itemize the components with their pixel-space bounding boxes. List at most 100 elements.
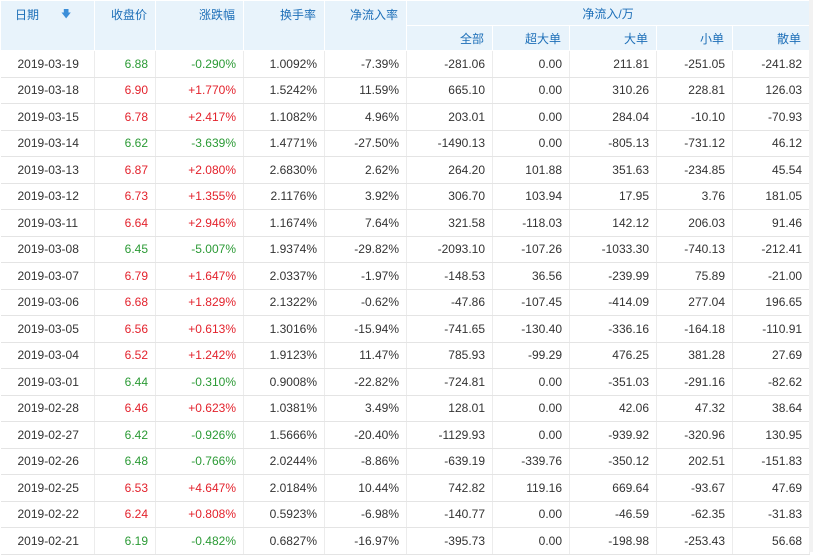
header-small[interactable]: 散单 bbox=[731, 25, 811, 51]
cell-close: 6.56 bbox=[94, 315, 156, 343]
cell-medium: -320.96 bbox=[656, 421, 733, 449]
cell-net-inflow-rate: -16.97% bbox=[324, 527, 407, 555]
cell-large: -939.92 bbox=[569, 421, 657, 449]
cell-large: -198.98 bbox=[569, 527, 657, 555]
table-row[interactable]: 2019-03-04 6.52 +1.242% 1.9123% 11.47% 785.93… bbox=[0, 342, 811, 369]
cell-extra-large: 0.00 bbox=[492, 395, 570, 422]
cell-close: 6.52 bbox=[94, 342, 156, 369]
table-row[interactable]: 2019-03-06 6.68 +1.829% 2.1322% -0.62% -47.86… bbox=[0, 289, 811, 316]
cell-change: +2.080% bbox=[155, 156, 244, 184]
cell-medium: 202.51 bbox=[656, 448, 733, 475]
table-row[interactable]: 2019-03-19 6.88 -0.290% 1.0092% -7.39% -281.0… bbox=[0, 50, 811, 78]
table-row[interactable]: 2019-03-15 6.78 +2.417% 1.1082% 4.96% 203.01 0… bbox=[0, 103, 811, 131]
cell-net-inflow-rate: 11.59% bbox=[324, 77, 407, 104]
cell-close: 6.62 bbox=[94, 130, 156, 157]
header-change-pct[interactable]: 涨跌幅 bbox=[155, 0, 244, 51]
cell-small: 47.69 bbox=[732, 474, 811, 502]
cell-extra-large: 0.00 bbox=[492, 77, 570, 104]
header-medium[interactable]: 小单 bbox=[656, 25, 733, 51]
table-row[interactable]: 2019-03-01 6.44 -0.310% 0.9008% -22.82% -724.… bbox=[0, 368, 811, 396]
cell-close: 6.46 bbox=[94, 395, 156, 422]
table-row[interactable]: 2019-02-26 6.48 -0.766% 2.0244% -8.86% -639.1… bbox=[0, 448, 811, 475]
table-row[interactable]: 2019-03-11 6.64 +2.946% 1.1674% 7.64% 321.58-… bbox=[0, 209, 811, 237]
cell-net-inflow-rate: -7.39% bbox=[324, 50, 407, 78]
cell-all: 742.82 bbox=[406, 474, 493, 502]
table-row[interactable]: 2019-03-07 6.79 +1.647% 2.0337% -1.97% -148.5… bbox=[0, 262, 811, 290]
cell-change: -0.290% bbox=[155, 50, 244, 78]
header-net-inflow-group: 净流入/万 bbox=[405, 0, 811, 26]
cell-turnover: 1.5666% bbox=[243, 421, 325, 449]
cell-date: 2019-03-19 bbox=[0, 50, 95, 78]
table-row[interactable]: 2019-03-05 6.56 +0.613% 1.3016% -15.94% -741.… bbox=[0, 315, 811, 343]
cell-large: 310.26 bbox=[569, 77, 657, 104]
fund-flow-table: 日期 🡇 收盘价 涨跌幅 换手率 净流入率 净流入/万 全部 超大单 大单 小单 … bbox=[0, 0, 811, 555]
table-row[interactable]: 2019-03-14 6.62 -3.639% 1.4771% -27.50% -1490… bbox=[0, 130, 811, 157]
cell-date: 2019-03-06 bbox=[0, 289, 95, 316]
cell-close: 6.78 bbox=[94, 103, 156, 131]
cell-medium: -10.10 bbox=[656, 103, 733, 131]
cell-small: 91.46 bbox=[732, 209, 811, 237]
cell-large: 17.95 bbox=[569, 183, 657, 210]
table-row[interactable]: 2019-03-13 6.87 +2.080% 2.6830% 2.62% 264.20 1… bbox=[0, 156, 811, 184]
cell-medium: 3.76 bbox=[656, 183, 733, 210]
cell-large: -805.13 bbox=[569, 130, 657, 157]
cell-medium: -253.43 bbox=[656, 527, 733, 555]
cell-date: 2019-02-21 bbox=[0, 527, 95, 555]
cell-medium: 75.89 bbox=[656, 262, 733, 290]
table-row[interactable]: 2019-02-21 6.19 -0.482% 0.6827% -16.97% -395.… bbox=[0, 527, 811, 555]
cell-large: 476.25 bbox=[569, 342, 657, 369]
cell-change: +1.829% bbox=[155, 289, 244, 316]
cell-large: -351.03 bbox=[569, 368, 657, 396]
cell-close: 6.53 bbox=[94, 474, 156, 502]
table-row[interactable]: 2019-02-28 6.46 +0.623% 1.0381% 3.49% 128.01 0… bbox=[0, 395, 811, 422]
table-row[interactable]: 2019-03-18 6.90 +1.770% 1.5242% 11.59% 665.10… bbox=[0, 77, 811, 104]
cell-date: 2019-02-25 bbox=[0, 474, 95, 502]
cell-extra-large: 119.16 bbox=[492, 474, 570, 502]
cell-extra-large: 101.88 bbox=[492, 156, 570, 184]
cell-small: -151.83 bbox=[732, 448, 811, 475]
cell-turnover: 1.5242% bbox=[243, 77, 325, 104]
cell-change: +1.355% bbox=[155, 183, 244, 210]
table-row[interactable]: 2019-02-25 6.53 +4.647% 2.0184% 10.44% 742.82… bbox=[0, 474, 811, 502]
cell-net-inflow-rate: -6.98% bbox=[324, 501, 407, 528]
cell-date: 2019-02-28 bbox=[0, 395, 95, 422]
cell-small: -31.83 bbox=[732, 501, 811, 528]
table-row[interactable]: 2019-02-22 6.24 +0.808% 0.5923% -6.98% -140.7… bbox=[0, 501, 811, 528]
cell-all: 321.58 bbox=[406, 209, 493, 237]
cell-small: 38.64 bbox=[732, 395, 811, 422]
table-row[interactable]: 2019-03-12 6.73 +1.355% 2.1176% 3.92% 306.70 1… bbox=[0, 183, 811, 210]
cell-net-inflow-rate: 3.92% bbox=[324, 183, 407, 210]
cell-date: 2019-02-27 bbox=[0, 421, 95, 449]
cell-medium: 228.81 bbox=[656, 77, 733, 104]
cell-small: 27.69 bbox=[732, 342, 811, 369]
cell-all: -741.65 bbox=[406, 315, 493, 343]
cell-all: -724.81 bbox=[406, 368, 493, 396]
scrollbar[interactable] bbox=[809, 0, 813, 552]
cell-net-inflow-rate: -22.82% bbox=[324, 368, 407, 396]
header-date[interactable]: 日期 🡇 bbox=[0, 0, 95, 51]
cell-small: 196.65 bbox=[732, 289, 811, 316]
cell-close: 6.48 bbox=[94, 448, 156, 475]
header-all[interactable]: 全部 bbox=[406, 25, 493, 51]
cell-change: -0.926% bbox=[155, 421, 244, 449]
cell-net-inflow-rate: 11.47% bbox=[324, 342, 407, 369]
table-row[interactable]: 2019-03-08 6.45 -5.007% 1.9374% -29.82% -2093… bbox=[0, 236, 811, 263]
header-turnover[interactable]: 换手率 bbox=[243, 0, 325, 51]
cell-medium: 206.03 bbox=[656, 209, 733, 237]
cell-large: 42.06 bbox=[569, 395, 657, 422]
header-date-label: 日期 bbox=[15, 8, 40, 22]
cell-small: -70.93 bbox=[732, 103, 811, 131]
cell-turnover: 2.0337% bbox=[243, 262, 325, 290]
cell-close: 6.24 bbox=[94, 501, 156, 528]
header-extra-large[interactable]: 超大单 bbox=[492, 25, 570, 51]
cell-change: -0.482% bbox=[155, 527, 244, 555]
table-row[interactable]: 2019-02-27 6.42 -0.926% 1.5666% -20.40% -1129… bbox=[0, 421, 811, 449]
arrow-down-icon[interactable]: 🡇 bbox=[61, 7, 71, 24]
cell-date: 2019-03-08 bbox=[0, 236, 95, 263]
cell-extra-large: 0.00 bbox=[492, 130, 570, 157]
cell-net-inflow-rate: -8.86% bbox=[324, 448, 407, 475]
cell-close: 6.90 bbox=[94, 77, 156, 104]
header-close[interactable]: 收盘价 bbox=[94, 0, 156, 51]
header-large[interactable]: 大单 bbox=[569, 25, 657, 51]
header-net-inflow-rate[interactable]: 净流入率 bbox=[324, 0, 407, 51]
